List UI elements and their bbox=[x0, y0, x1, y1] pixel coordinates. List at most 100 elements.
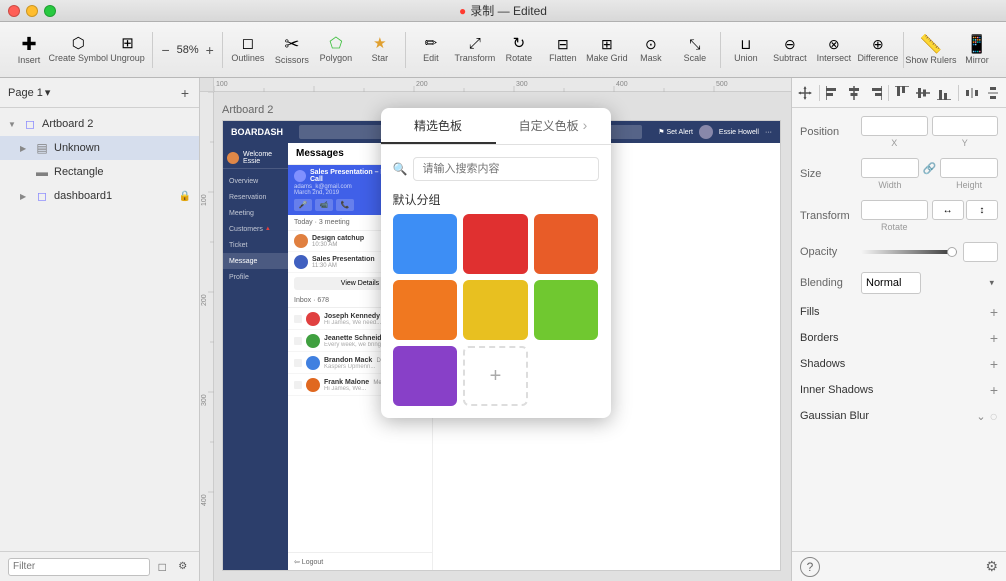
opacity-row: Opacity bbox=[800, 242, 998, 262]
color-swatches-grid bbox=[393, 214, 599, 274]
color-swatch-yellow[interactable] bbox=[463, 280, 528, 340]
color-swatch-purple[interactable] bbox=[393, 346, 458, 406]
color-swatch-green[interactable] bbox=[534, 280, 599, 340]
height-input[interactable] bbox=[940, 158, 998, 178]
color-search-input[interactable] bbox=[413, 157, 598, 181]
layer-rectangle[interactable]: ▬ Rectangle bbox=[0, 160, 199, 184]
ruler-marks-v: 100 200 300 400 bbox=[200, 92, 214, 581]
lock-ratio-btn[interactable]: 🔗 bbox=[923, 158, 937, 190]
add-page-button[interactable]: + bbox=[179, 83, 191, 103]
move-tool-btn[interactable] bbox=[796, 82, 815, 104]
show-rulers-tool[interactable]: 📏 Show Rulers bbox=[908, 25, 954, 75]
difference-tool[interactable]: ⊕ Difference bbox=[857, 25, 899, 75]
width-input[interactable] bbox=[861, 158, 919, 178]
star-tool[interactable]: ★ Star bbox=[359, 25, 401, 75]
transform-row: Transform Rotate ↔ ↕ bbox=[800, 200, 998, 232]
msg-name-1: Design catchup bbox=[312, 235, 380, 242]
y-input[interactable] bbox=[932, 116, 999, 136]
shadows-add-button[interactable]: + bbox=[990, 356, 998, 372]
x-input[interactable] bbox=[861, 116, 928, 136]
distribute-h-btn[interactable] bbox=[962, 82, 981, 104]
flip-h-button[interactable]: ↔ bbox=[932, 200, 964, 220]
dash-user: Welcome Essie bbox=[223, 147, 288, 169]
add-color-button[interactable]: + bbox=[463, 346, 528, 406]
color-picker-tabs: 精选色板 自定义色板 › bbox=[381, 108, 611, 145]
rect-icon: ▬ bbox=[34, 165, 50, 179]
align-bottom-btn[interactable] bbox=[935, 82, 954, 104]
dash-nav-meeting: Meeting bbox=[223, 205, 288, 221]
gaussian-blur-toggle[interactable]: ○ bbox=[990, 408, 998, 424]
mute-btn[interactable]: 🎤 bbox=[294, 199, 312, 211]
scale-tool[interactable]: ⤡ Scale bbox=[674, 25, 716, 75]
video-btn[interactable]: 📹 bbox=[315, 199, 333, 211]
help-button[interactable]: ? bbox=[800, 557, 820, 577]
msg-avatar-1 bbox=[294, 234, 308, 248]
union-tool[interactable]: ⊔ Union bbox=[725, 25, 767, 75]
borders-add-button[interactable]: + bbox=[990, 330, 998, 346]
blending-select[interactable]: Normal Darken Multiply Lighten Screen Ov… bbox=[861, 272, 921, 294]
transform-icon: ⤢ bbox=[469, 36, 481, 51]
default-group-label-top: 默认分组 bbox=[393, 191, 599, 208]
scissors-tool[interactable]: ✂ Scissors bbox=[271, 25, 313, 75]
color-swatch-orange-red[interactable] bbox=[534, 214, 599, 274]
checkbox-4[interactable] bbox=[294, 381, 302, 389]
layer-dashboard1[interactable]: ▶ ◻ dashboard1 🔒 bbox=[0, 184, 199, 208]
checkbox-1[interactable] bbox=[294, 315, 302, 323]
tab-preset-swatches[interactable]: 精选色板 bbox=[381, 108, 496, 144]
intersect-tool[interactable]: ⊗ Intersect bbox=[813, 25, 855, 75]
ungroup-tool[interactable]: ⊞ Ungroup bbox=[106, 25, 148, 75]
distribute-v-btn[interactable] bbox=[983, 82, 1002, 104]
fills-add-button[interactable]: + bbox=[990, 304, 998, 320]
align-left-btn[interactable] bbox=[824, 82, 843, 104]
subtract-tool[interactable]: ⊖ Subtract bbox=[769, 25, 811, 75]
window-controls[interactable] bbox=[8, 5, 56, 17]
page-selector[interactable]: Page 1 ▾ bbox=[8, 86, 50, 99]
edit-tool[interactable]: ✏ Edit bbox=[410, 25, 452, 75]
color-swatch-red[interactable] bbox=[463, 214, 528, 274]
checkbox-2[interactable] bbox=[294, 337, 302, 345]
outlines-tool[interactable]: ◻ Outlines bbox=[227, 25, 269, 75]
layer-settings-button[interactable]: ⚙ bbox=[175, 561, 192, 572]
make-grid-tool[interactable]: ⊞ Make Grid bbox=[586, 25, 628, 75]
checkbox-3[interactable] bbox=[294, 359, 302, 367]
layer-search-input[interactable] bbox=[8, 558, 150, 576]
close-button[interactable] bbox=[8, 5, 20, 17]
logout-link[interactable]: ⇦ Logout bbox=[294, 559, 323, 566]
flip-v-button[interactable]: ↕ bbox=[966, 200, 998, 220]
flatten-tool[interactable]: ⊟ Flatten bbox=[542, 25, 584, 75]
opacity-slider[interactable] bbox=[861, 245, 957, 259]
rotate-input[interactable] bbox=[861, 200, 928, 220]
opacity-value-input[interactable] bbox=[963, 242, 998, 262]
minimize-button[interactable] bbox=[26, 5, 38, 17]
transform-tool[interactable]: ⤢ Transform bbox=[454, 25, 496, 75]
color-swatch-orange[interactable] bbox=[393, 280, 458, 340]
layer-unknown[interactable]: ▶ ▤ Unknown bbox=[0, 136, 199, 160]
mirror-tool[interactable]: 📱 Mirror bbox=[956, 25, 998, 75]
svg-text:400: 400 bbox=[616, 81, 628, 88]
maximize-button[interactable] bbox=[44, 5, 56, 17]
align-center-h-btn[interactable] bbox=[845, 82, 864, 104]
create-symbol-tool[interactable]: ⬡ Create Symbol bbox=[52, 25, 104, 75]
zoom-control[interactable]: − 58% + bbox=[157, 42, 217, 58]
align-top-btn[interactable] bbox=[893, 82, 912, 104]
zoom-minus-icon[interactable]: − bbox=[161, 42, 169, 58]
color-swatch-blue[interactable] bbox=[393, 214, 458, 274]
panel-settings-button[interactable]: ⚙ bbox=[985, 558, 998, 575]
inbox-name-2: Jeanette Schneider bbox=[324, 335, 388, 342]
end-call-btn[interactable]: 📞 bbox=[336, 199, 354, 211]
inbox-avatar-3 bbox=[306, 356, 320, 370]
add-layer-button[interactable]: □ bbox=[154, 560, 171, 574]
search-icon: 🔍 bbox=[393, 162, 408, 176]
flip-buttons: ↔ ↕ bbox=[932, 200, 999, 232]
insert-tool[interactable]: ✚ Insert bbox=[8, 25, 50, 75]
zoom-plus-icon[interactable]: + bbox=[206, 42, 214, 58]
align-middle-btn[interactable] bbox=[914, 82, 933, 104]
layer-artboard2[interactable]: ▼ ◻ Artboard 2 bbox=[0, 112, 199, 136]
show-rulers-icon: 📏 bbox=[920, 35, 942, 53]
inner-shadows-add-button[interactable]: + bbox=[990, 382, 998, 398]
rotate-tool[interactable]: ↻ Rotate bbox=[498, 25, 540, 75]
mask-tool[interactable]: ⊙ Mask bbox=[630, 25, 672, 75]
align-right-btn[interactable] bbox=[865, 82, 884, 104]
tab-custom-swatches[interactable]: 自定义色板 › bbox=[496, 108, 611, 144]
polygon-tool[interactable]: ⬠ Polygon bbox=[315, 25, 357, 75]
